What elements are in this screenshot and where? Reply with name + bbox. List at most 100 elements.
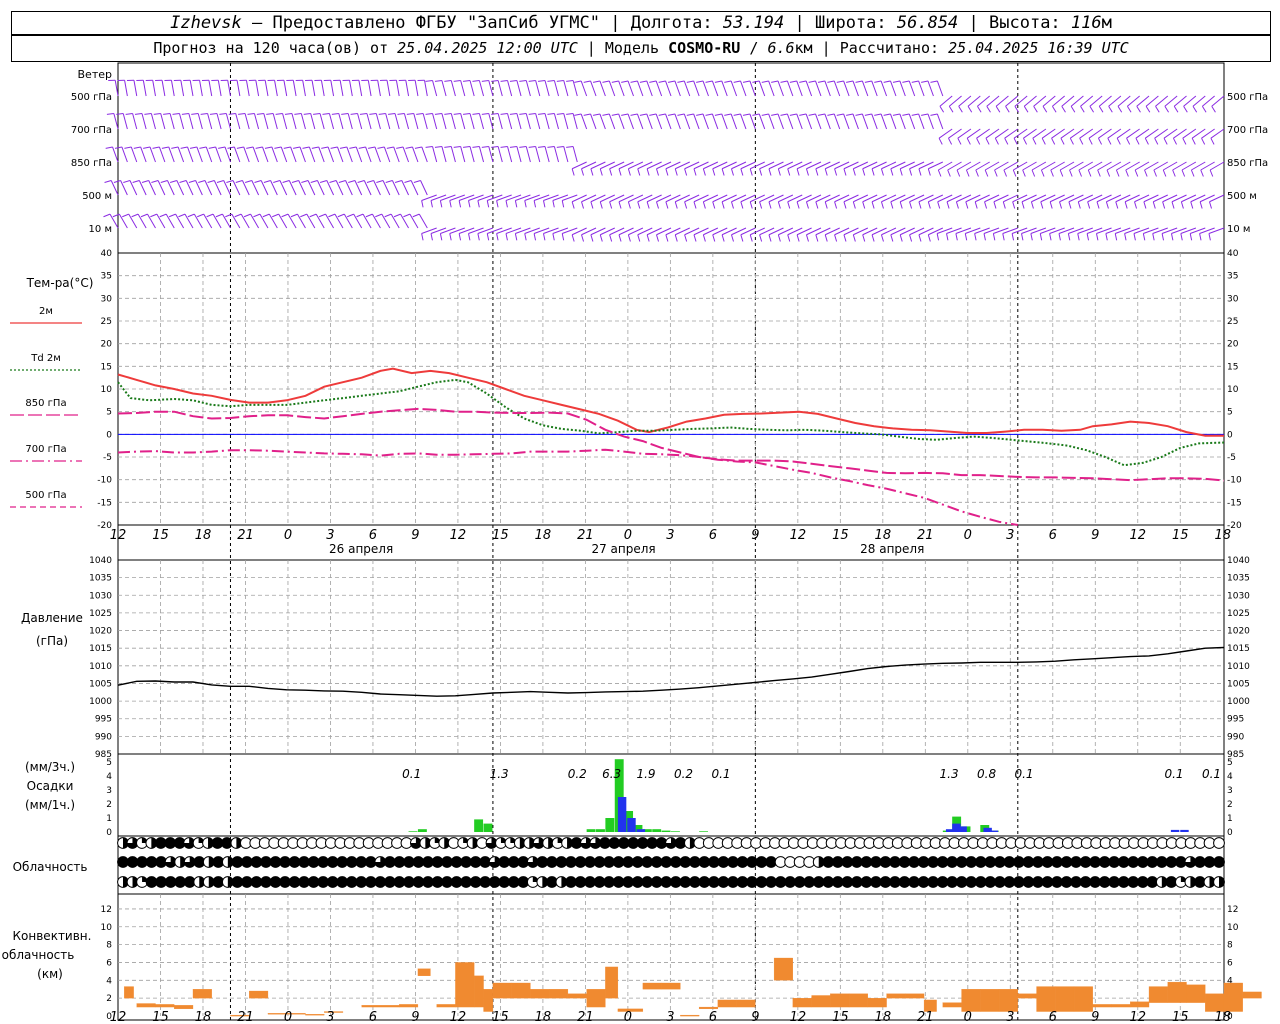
wind-barb-shaft — [424, 80, 428, 97]
convective-bar — [717, 999, 737, 1008]
wind-barb-feather — [890, 201, 894, 209]
wind-barb-feather — [1211, 106, 1216, 113]
wind-barb-feather — [238, 113, 246, 115]
pressure-tick-label-right: 995 — [1227, 715, 1244, 725]
wind-barb-feather — [880, 168, 884, 176]
wind-barb-feather — [1209, 201, 1213, 209]
wind-barb-feather — [444, 113, 452, 115]
wind-barb-feather — [824, 201, 828, 209]
wind-barb-shaft — [608, 80, 616, 97]
wind-barb-feather — [630, 80, 638, 83]
wind-barb-feather — [918, 234, 922, 242]
wind-barb-feather — [291, 180, 299, 184]
wind-barb-feather — [742, 113, 750, 116]
wind-barb-feather — [491, 146, 499, 148]
x-tick-label-bottom: 0 — [624, 1010, 632, 1024]
wind-barb-feather — [761, 80, 769, 83]
wind-barb-feather — [965, 201, 969, 209]
convective-bar — [661, 982, 681, 990]
wind-barb-shaft — [122, 113, 128, 130]
wind-barb-feather — [191, 113, 199, 115]
wind-barb-feather — [880, 234, 884, 242]
wind-barb-shaft — [871, 80, 878, 97]
x-tick-label: 12 — [790, 528, 807, 543]
wind-barb-shaft — [563, 146, 569, 163]
wind-barb-feather — [472, 80, 480, 82]
wind-barb-feather — [404, 180, 412, 184]
wind-barb-shaft — [320, 80, 325, 97]
wind-barb-shaft — [805, 80, 813, 97]
wind-barb-feather — [150, 213, 158, 218]
wind-barb-feather — [414, 146, 422, 149]
wind-barb-feather — [421, 200, 424, 208]
wind-barb-feather — [966, 137, 971, 145]
wind-barb-feather — [1051, 106, 1057, 113]
x-tick-label: 0 — [964, 528, 972, 543]
wind-barb-feather — [1012, 169, 1017, 177]
wind-barb-feather — [472, 146, 480, 148]
wind-barb-feather — [874, 113, 882, 116]
wind-barb-feather — [561, 233, 565, 241]
wind-barb-shaft — [244, 113, 250, 130]
wind-barb-shaft — [347, 113, 353, 130]
convective-bar — [174, 1005, 194, 1010]
x-tick-label-bottom: 12 — [1129, 1010, 1146, 1024]
x-tick-label: 12 — [1129, 528, 1146, 543]
wind-barb-feather — [538, 113, 546, 115]
wind-level-label: 500 гПа — [71, 92, 112, 103]
wind-barb-feather — [855, 80, 863, 83]
temp-tick-label: -15 — [97, 498, 112, 508]
precip-bar-3h — [652, 829, 662, 832]
wind-barb-shaft — [385, 113, 391, 130]
wind-barb-shaft — [899, 80, 906, 97]
x-tick-label: 3 — [666, 528, 674, 543]
wind-barb-feather — [964, 233, 968, 241]
wind-barb-feather — [787, 234, 791, 242]
wind-barb-feather — [310, 180, 318, 184]
wind-barb-feather — [948, 137, 953, 145]
temp-tick-label: -10 — [97, 476, 112, 486]
temp-tick-label-right: 5 — [1227, 408, 1233, 418]
wind-barb-feather — [1125, 169, 1129, 177]
wind-barb-feather — [253, 213, 261, 218]
wind-barb-shaft — [927, 80, 934, 97]
wind-barb-feather — [309, 213, 317, 218]
wind-barb-feather — [815, 168, 819, 176]
wind-barb-feather — [714, 113, 722, 116]
wind-barb-shaft — [366, 113, 372, 130]
wind-barb-feather — [463, 146, 471, 148]
convective-bar — [867, 998, 887, 1008]
convective-bar — [1036, 986, 1056, 1012]
wind-barb-feather — [206, 213, 214, 218]
x-tick-label: 9 — [1091, 528, 1099, 543]
wind-barb-feather — [552, 200, 555, 208]
wind-barb-feather — [974, 233, 977, 241]
wind-barb-feather — [103, 213, 111, 218]
pressure-tick-label-right: 990 — [1227, 732, 1244, 742]
wind-barb-shaft — [140, 146, 147, 163]
wind-barb-shaft — [274, 80, 278, 97]
wind-barb-feather — [927, 201, 931, 209]
precip-tick-label-right: 3 — [1227, 786, 1233, 796]
wind-barb-feather — [684, 168, 688, 176]
wind-barb-feather — [871, 168, 875, 176]
wind-barb-feather — [909, 234, 913, 242]
wind-barb-shaft — [327, 146, 335, 163]
wind-barb-feather — [1098, 106, 1104, 113]
wind-barb-feather — [284, 113, 293, 115]
wind-barb-shaft — [478, 113, 485, 130]
wind-barb-feather — [571, 201, 575, 209]
precip-total-label: 0.2 — [674, 767, 693, 781]
wind-barb-shaft — [253, 113, 260, 130]
wind-barb-shaft — [1042, 95, 1056, 107]
precip-tick-label-right: 5 — [1227, 758, 1233, 768]
wind-barb-feather — [1144, 169, 1148, 177]
wind-barb-feather — [281, 213, 289, 218]
wind-barb-feather — [693, 168, 697, 176]
precip-bar-1h — [1170, 829, 1180, 832]
temp-tick-label: 40 — [101, 249, 113, 259]
x-tick-label-bottom: 21 — [577, 1010, 594, 1024]
wind-barb-shaft — [852, 113, 859, 130]
wind-barb-feather — [824, 168, 828, 176]
wind-barb-shaft — [377, 80, 381, 97]
